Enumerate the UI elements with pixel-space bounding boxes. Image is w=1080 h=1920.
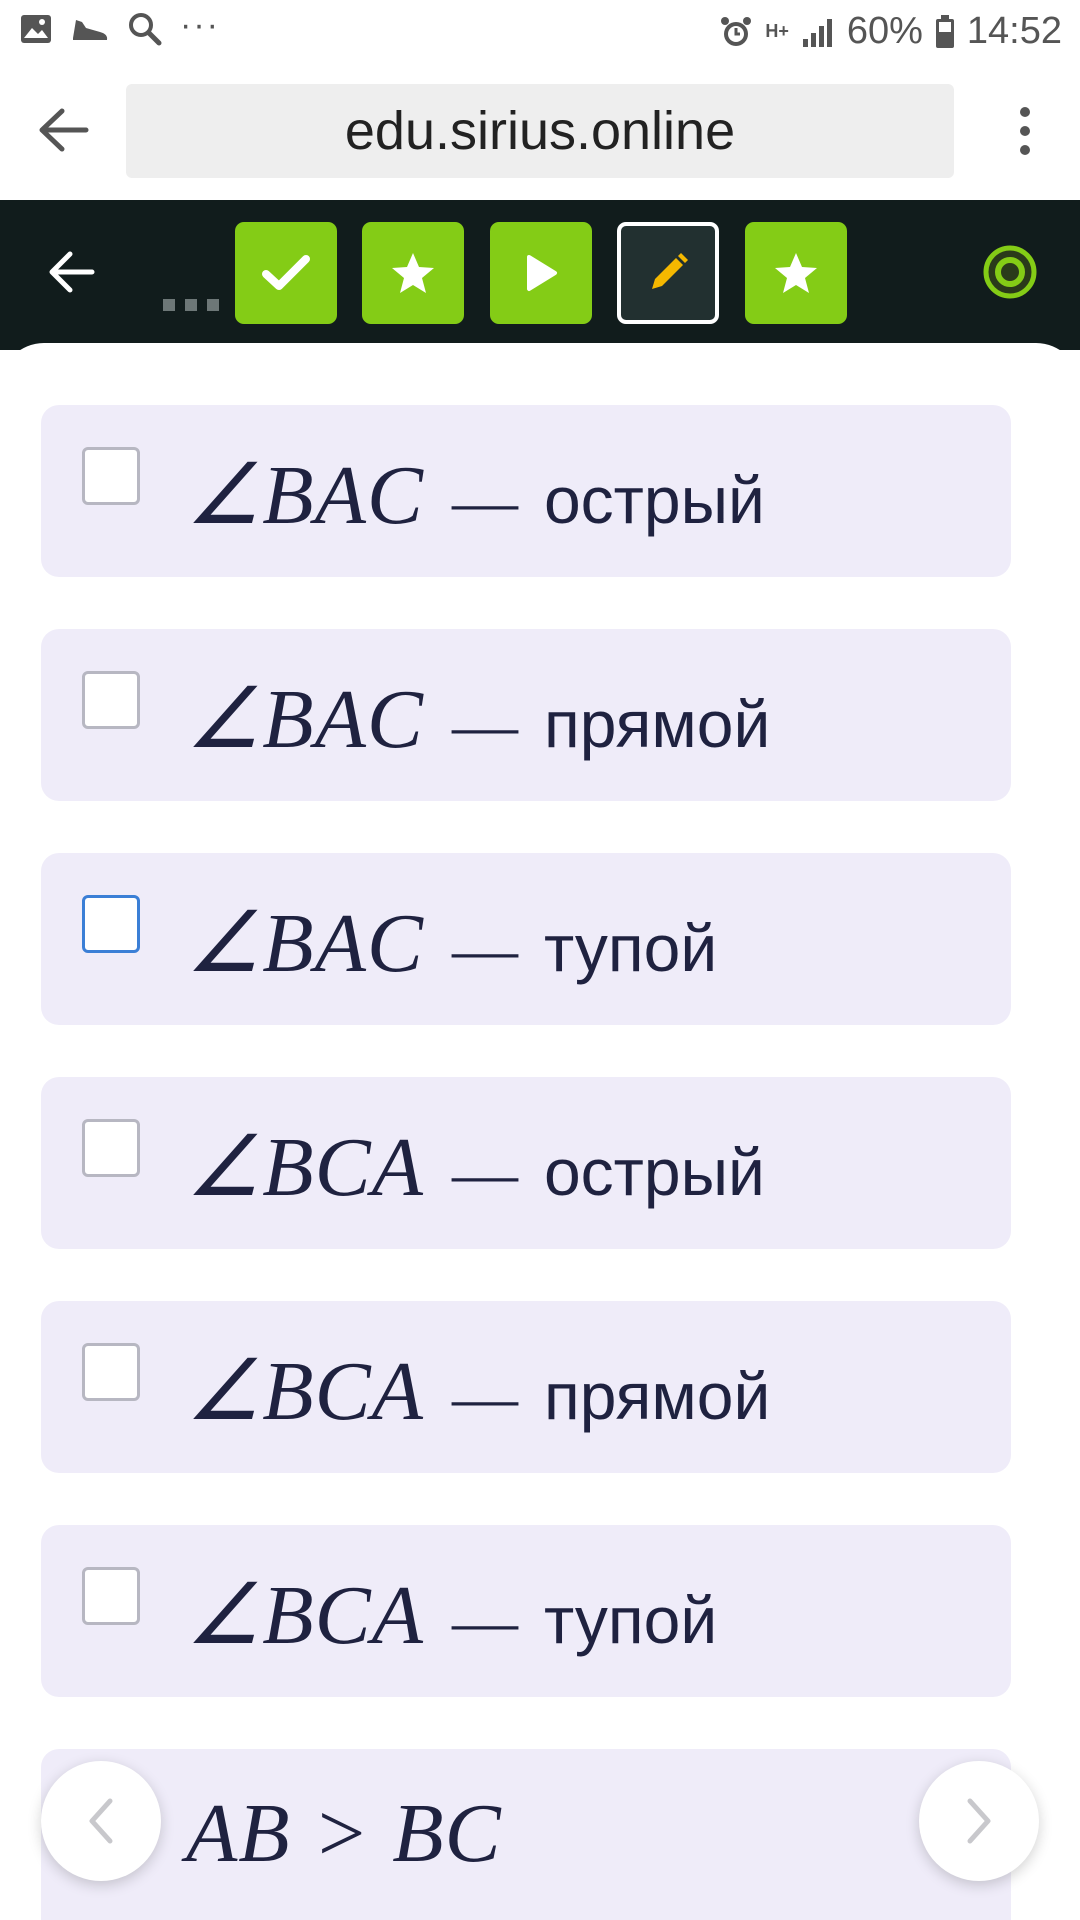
gallery-icon [21, 15, 51, 43]
option-math: ∠BCA [186, 1121, 424, 1214]
next-button[interactable] [919, 1761, 1039, 1881]
option-math: ∠BAC [186, 449, 424, 542]
question-content: ∠BAC — острый ∠BAC — прямой ∠BAC — тупой… [0, 343, 1080, 1920]
answer-checkbox-focused[interactable] [82, 895, 140, 953]
shoe-icon [73, 20, 108, 40]
option-math: ∠BCA [186, 1345, 424, 1438]
option-dash: — [451, 1585, 518, 1658]
option-dash: — [451, 689, 518, 762]
answer-checkbox[interactable] [82, 1567, 140, 1625]
signal-icon [802, 18, 832, 47]
answer-option[interactable]: ∠BAC — прямой [41, 629, 1011, 801]
option-dash: — [451, 465, 518, 538]
more-notifications-icon: ··· [180, 5, 220, 44]
answer-option[interactable]: ∠BAC — острый [41, 405, 1011, 577]
address-bar[interactable]: edu.sirius.online [126, 84, 954, 178]
step-1-button[interactable] [235, 222, 337, 324]
option-dash: — [451, 1137, 518, 1210]
browser-toolbar: edu.sirius.online [0, 62, 1080, 200]
network-type: H+ [765, 21, 789, 41]
option-dash: — [451, 913, 518, 986]
option-math: ∠BAC [186, 897, 424, 990]
browser-menu-icon[interactable] [1018, 106, 1032, 156]
step-2-button[interactable] [362, 222, 464, 324]
answer-checkbox[interactable] [82, 1119, 140, 1177]
answer-option[interactable]: ∠BAC — тупой [41, 853, 1011, 1025]
option-word: прямой [543, 1359, 771, 1433]
option-word: прямой [543, 687, 771, 761]
answer-checkbox[interactable] [82, 1343, 140, 1401]
answer-option[interactable]: ∠BCA — прямой [41, 1301, 1011, 1473]
search-icon [129, 13, 162, 46]
option-math: ∠BAC [186, 673, 424, 766]
step-5-button[interactable] [745, 222, 847, 324]
more-steps-indicator[interactable] [163, 299, 219, 311]
check-icon [262, 255, 310, 290]
clock: 14:52 [966, 10, 1062, 52]
lesson-header [0, 200, 1080, 350]
alarm-icon [721, 16, 752, 46]
prev-button[interactable] [41, 1761, 161, 1881]
chevron-left-icon [89, 1798, 113, 1844]
step-3-button[interactable] [490, 222, 592, 324]
star-icon [392, 253, 434, 293]
browser-back-icon[interactable] [38, 107, 90, 153]
option-word: острый [543, 1135, 765, 1209]
option-word: тупой [543, 1583, 718, 1657]
pencil-icon [652, 253, 688, 289]
progress-ring-icon[interactable] [982, 244, 1038, 300]
answer-checkbox[interactable] [82, 671, 140, 729]
back-arrow-icon[interactable] [48, 250, 96, 294]
answer-option[interactable]: ∠BCA — острый [41, 1077, 1011, 1249]
url-text: edu.sirius.online [344, 101, 736, 161]
answer-option[interactable]: AB > BC [41, 1749, 1011, 1920]
play-icon [527, 255, 557, 291]
answer-checkbox[interactable] [82, 447, 140, 505]
battery-percent: 60% [846, 10, 923, 52]
chevron-right-icon [967, 1798, 991, 1844]
option-word: тупой [543, 911, 718, 985]
notification-icons: ··· [20, 6, 220, 46]
battery-icon [935, 14, 954, 48]
step-4-button-current[interactable] [617, 222, 719, 324]
option-math: AB > BC [186, 1787, 502, 1880]
star-icon [775, 253, 817, 293]
status-bar: ··· H+ 60% 14:52 [0, 0, 1080, 62]
option-dash: — [451, 1361, 518, 1434]
option-word: острый [543, 463, 765, 537]
option-math: ∠BCA [186, 1569, 424, 1662]
answer-option[interactable]: ∠BCA — тупой [41, 1525, 1011, 1697]
